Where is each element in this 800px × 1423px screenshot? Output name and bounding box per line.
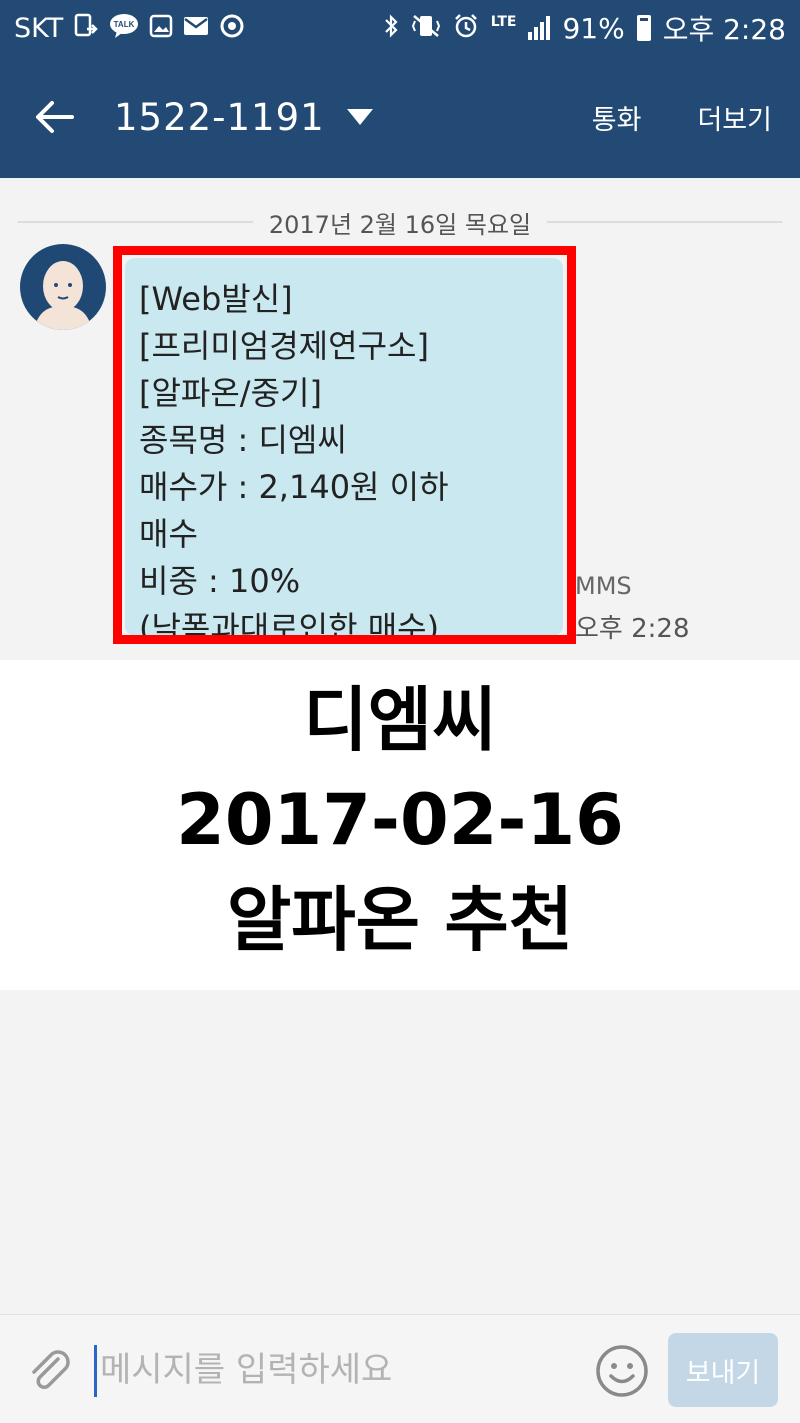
message-line: 종목명 : 디엠씨 <box>139 421 347 459</box>
app-header: SKT TALK LTE 91% 오후 2:28 1522-1191 통화 더보… <box>0 0 800 178</box>
message-line: [프리미엄경제연구소] <box>139 327 429 365</box>
svg-text:TALK: TALK <box>114 20 135 29</box>
mail-icon <box>183 15 209 41</box>
message-line: 비중 : 10% <box>139 562 301 600</box>
text-cursor <box>94 1345 97 1397</box>
toolbar: 1522-1191 통화 더보기 <box>0 56 800 178</box>
caption-recommendation: 알파온 추천 <box>226 879 574 961</box>
caption-stock-name: 디엠씨 <box>303 679 497 761</box>
paperclip-icon <box>32 1350 70 1389</box>
battery-icon <box>636 15 651 41</box>
arrow-left-icon <box>36 101 74 133</box>
status-time: 오후 2:28 <box>662 13 786 46</box>
date-divider: 2017년 2월 16일 목요일 <box>18 200 783 244</box>
divider-line-left <box>18 221 253 223</box>
send-button[interactable]: 보내기 <box>668 1333 778 1407</box>
caret-down-icon <box>346 109 373 125</box>
back-button[interactable] <box>24 87 84 147</box>
lte-label: LTE <box>490 14 517 30</box>
message-line: 매수가 : 2,140원 이하 <box>139 468 449 506</box>
status-right: LTE 91% 오후 2:28 <box>383 8 786 48</box>
bluetooth-icon <box>383 13 399 43</box>
message-bubble[interactable]: [Web발신] [프리미엄경제연구소] [알파온/중기] 종목명 : 디엠씨 매… <box>125 258 563 647</box>
more-button[interactable]: 더보기 <box>697 98 772 137</box>
avatar[interactable] <box>20 244 106 330</box>
smiley-icon <box>596 1345 648 1397</box>
gallery-icon <box>149 14 173 42</box>
message-timestamp: 오후 2:28 <box>575 614 690 644</box>
date-label: 2017년 2월 16일 목요일 <box>268 210 532 239</box>
emoji-button[interactable] <box>594 1343 650 1399</box>
status-left: SKT TALK <box>14 13 245 44</box>
contact-title: 1522-1191 <box>114 95 325 139</box>
toolbar-actions: 통화 더보기 <box>592 98 772 137</box>
contact-title-dropdown[interactable]: 1522-1191 <box>114 96 373 139</box>
message-line: [알파온/중기] <box>139 374 322 412</box>
sync-icon <box>219 13 245 43</box>
message-line: (낙폭과대로인한 매수) <box>139 609 440 647</box>
person-icon <box>34 261 92 330</box>
message-line: [Web발신] <box>139 280 293 318</box>
kakaotalk-icon: TALK <box>109 13 139 43</box>
divider-line-right <box>547 221 783 223</box>
caption-date: 2017-02-16 <box>176 779 624 861</box>
signal-icon <box>528 16 551 40</box>
carrier-label: SKT <box>14 12 64 44</box>
attach-button[interactable] <box>24 1345 76 1397</box>
call-button[interactable]: 통화 <box>592 98 642 137</box>
message-input[interactable] <box>100 1337 570 1403</box>
screen-mirror-icon <box>73 13 99 43</box>
vibrate-icon <box>411 13 441 43</box>
message-line: 매수 <box>139 515 198 553</box>
battery-percent: 91% <box>562 11 625 45</box>
message-type-label: MMS <box>575 572 632 600</box>
status-bar: SKT TALK LTE 91% 오후 2:28 <box>0 0 800 56</box>
message-input-bar: 보내기 <box>0 1314 800 1423</box>
alarm-icon <box>453 13 479 43</box>
caption-overlay: 디엠씨 2017-02-16 알파온 추천 <box>0 660 800 990</box>
